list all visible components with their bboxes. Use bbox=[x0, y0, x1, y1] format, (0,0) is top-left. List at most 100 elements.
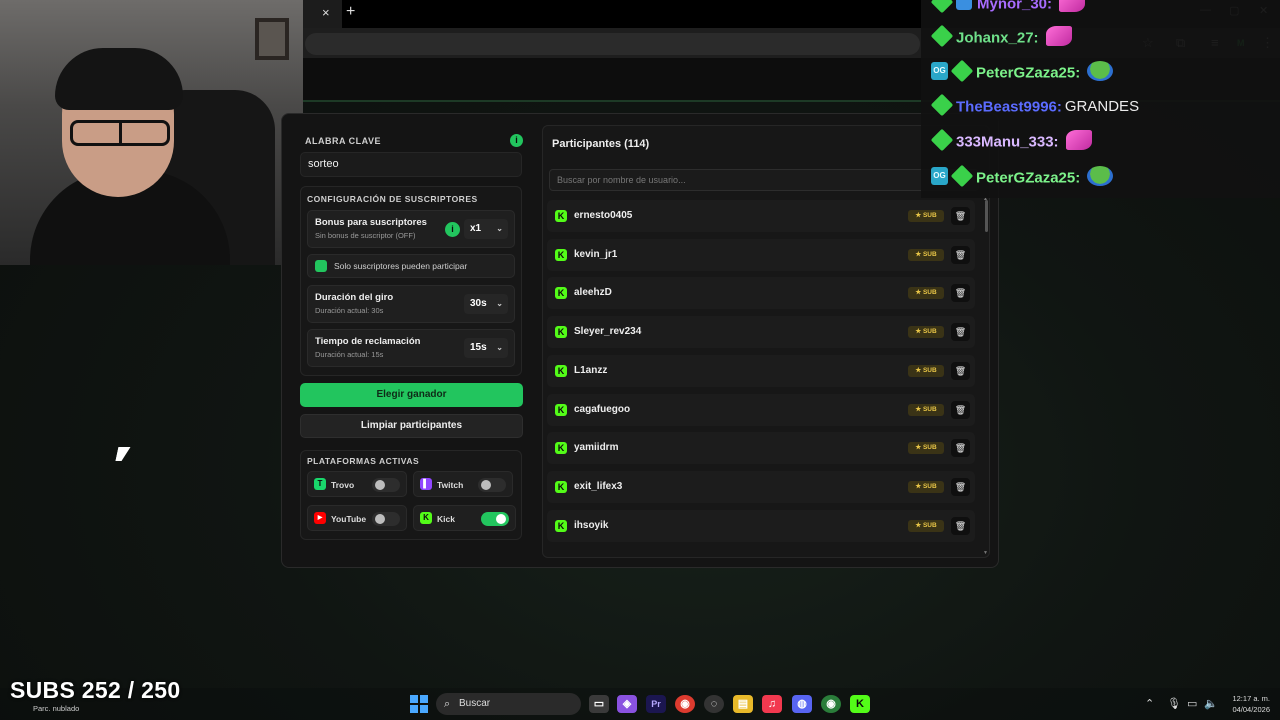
mouse-cursor-icon bbox=[115, 447, 131, 461]
kick-icon: K bbox=[555, 403, 567, 416]
chrome-icon[interactable]: ◉ bbox=[675, 695, 695, 713]
only-subs-label: Solo suscriptores pueden participar bbox=[334, 261, 468, 271]
network-icon[interactable]: ▭ bbox=[1187, 697, 1197, 710]
taskbar-search[interactable]: ⌕ Buscar bbox=[436, 693, 581, 715]
participant-username: L1anzz bbox=[574, 364, 608, 376]
info-icon[interactable]: i bbox=[510, 134, 523, 147]
chat-message: TheBeast9996: GRANDES bbox=[930, 93, 1139, 124]
only-subs-checkbox[interactable] bbox=[315, 260, 327, 272]
participant-row[interactable]: Kihsoyik ★ SUB 🗑 bbox=[547, 509, 975, 542]
microphone-icon[interactable]: 🎙 bbox=[1167, 697, 1181, 710]
trovo-toggle[interactable] bbox=[372, 478, 400, 492]
participant-username: yamiidrm bbox=[574, 442, 619, 454]
chat-username: TheBeast9996: bbox=[956, 98, 1062, 116]
glasses bbox=[70, 120, 170, 146]
participant-search-input[interactable]: Buscar por nombre de usuario... bbox=[549, 169, 979, 191]
trash-icon[interactable]: 🗑 bbox=[951, 361, 970, 380]
trash-icon[interactable]: 🗑 bbox=[951, 477, 970, 496]
copilot-icon[interactable]: ◈ bbox=[617, 695, 637, 713]
tab-close-icon[interactable]: × bbox=[322, 5, 330, 20]
premiere-icon[interactable]: Pr bbox=[646, 695, 666, 713]
participant-row[interactable]: KaleehzD ★ SUB 🗑 bbox=[547, 277, 975, 310]
obs-icon[interactable]: ◌ bbox=[704, 695, 724, 713]
subs-counter: SUBS 252 / 250 bbox=[10, 677, 181, 703]
spin-duration-select[interactable]: 30s ⌄ bbox=[464, 294, 508, 314]
browser-tab[interactable] bbox=[300, 0, 342, 28]
webcam-feed bbox=[0, 0, 303, 265]
chat-username: 333Manu_333: bbox=[956, 133, 1059, 151]
spin-duration-option: Duración del giro Duración actual: 30s 3… bbox=[307, 285, 515, 323]
participant-row[interactable]: Kernesto0405 ★ SUB 🗑 bbox=[547, 200, 975, 232]
trash-icon[interactable]: 🗑 bbox=[951, 516, 970, 535]
bonus-value: x1 bbox=[470, 223, 482, 234]
clear-participants-button[interactable]: Limpiar participantes bbox=[300, 414, 523, 438]
only-subs-option[interactable]: Solo suscriptores pueden participar bbox=[307, 254, 515, 278]
volume-icon[interactable]: 🔈 bbox=[1204, 697, 1218, 710]
chevron-down-icon: ⌄ bbox=[496, 343, 503, 352]
trovo-icon: T bbox=[314, 478, 326, 490]
twitch-icon: ▌ bbox=[420, 478, 432, 490]
participant-row[interactable]: Kkevin_jr1 ★ SUB 🗑 bbox=[547, 238, 975, 271]
participant-row[interactable]: Kcagafuegoo ★ SUB 🗑 bbox=[547, 393, 975, 426]
claim-time-subtitle: Duración actual: 15s bbox=[315, 350, 384, 359]
bonus-select[interactable]: x1 ⌄ bbox=[464, 219, 508, 239]
taskbar-clock[interactable]: 12:17 a. m. 04/04/2026 bbox=[1226, 693, 1270, 715]
og-badge-icon: OG bbox=[931, 62, 948, 80]
wall-picture bbox=[255, 18, 289, 60]
chat-username: Mynor_30: bbox=[977, 0, 1053, 13]
participant-username: exit_lifex3 bbox=[574, 480, 623, 492]
chrome-profile-icon[interactable]: ◉ bbox=[821, 695, 841, 713]
bonus-title: Bonus para suscriptores bbox=[315, 217, 427, 228]
claim-time-option: Tiempo de reclamación Duración actual: 1… bbox=[307, 329, 515, 367]
hand-emote-icon bbox=[1065, 130, 1092, 150]
keyword-input[interactable]: sorteo bbox=[300, 152, 522, 177]
new-tab-icon[interactable]: + bbox=[346, 3, 355, 21]
kick-icon: K bbox=[555, 287, 567, 300]
participant-row[interactable]: Kexit_lifex3 ★ SUB 🗑 bbox=[547, 470, 975, 503]
participant-row[interactable]: Kyamiidrm ★ SUB 🗑 bbox=[547, 432, 975, 465]
trash-icon[interactable]: 🗑 bbox=[951, 439, 970, 458]
sub-gem-icon bbox=[950, 164, 974, 188]
claim-time-value: 15s bbox=[470, 342, 487, 353]
hand-emote-icon bbox=[1059, 0, 1086, 12]
trash-icon[interactable]: 🗑 bbox=[951, 207, 970, 225]
kick-icon: K bbox=[555, 210, 567, 222]
trash-icon[interactable]: 🗑 bbox=[951, 245, 970, 264]
keyword-label: ALABRA CLAVE bbox=[305, 136, 381, 146]
trash-icon[interactable]: 🗑 bbox=[951, 400, 970, 419]
kick-icon: K bbox=[555, 326, 567, 339]
toggle-knob bbox=[496, 514, 506, 524]
file-explorer-icon[interactable]: ▤ bbox=[733, 695, 753, 713]
participants-title: Participantes (114) bbox=[552, 138, 650, 150]
kick-app-icon[interactable]: K bbox=[850, 695, 870, 713]
address-bar[interactable] bbox=[305, 33, 920, 55]
task-view-icon[interactable]: ▭ bbox=[589, 695, 609, 713]
kick-icon: K bbox=[555, 248, 567, 261]
chat-username: Johanx_27: bbox=[956, 29, 1039, 47]
subs-section-title: CONFIGURACIÓN DE SUSCRIPTORES bbox=[307, 194, 478, 204]
scroll-down-icon[interactable]: ▼ bbox=[983, 550, 988, 556]
frog-emote-icon bbox=[1087, 166, 1114, 186]
participant-row[interactable]: K L1anzz ★ SUB 🗑 bbox=[547, 354, 975, 387]
youtube-toggle[interactable] bbox=[372, 512, 400, 526]
twitch-toggle[interactable] bbox=[478, 478, 506, 492]
discord-icon[interactable]: ◍ bbox=[792, 695, 812, 713]
kick-toggle[interactable] bbox=[481, 512, 509, 526]
pick-winner-button[interactable]: Elegir ganador bbox=[300, 383, 523, 407]
sub-badge: ★ SUB bbox=[908, 403, 944, 416]
participants-scrollbar[interactable] bbox=[985, 200, 988, 232]
sub-gem-icon bbox=[930, 128, 954, 152]
bonus-info-icon[interactable]: i bbox=[445, 222, 460, 237]
weather-widget[interactable]: Parc. nublado bbox=[33, 704, 79, 713]
tray-chevron-icon[interactable]: ⌃ bbox=[1145, 697, 1154, 710]
trash-icon[interactable]: 🗑 bbox=[951, 323, 970, 342]
toggle-knob bbox=[481, 480, 491, 490]
sub-gem-icon bbox=[950, 59, 974, 83]
windows-start-icon[interactable] bbox=[410, 695, 428, 713]
claim-time-select[interactable]: 15s ⌄ bbox=[464, 338, 508, 358]
trash-icon[interactable]: 🗑 bbox=[951, 284, 970, 303]
spin-duration-value: 30s bbox=[470, 298, 487, 309]
sub-badge: ★ SUB bbox=[908, 364, 944, 377]
participant-row[interactable]: K Sleyer_rev234 ★ SUB 🗑 bbox=[547, 316, 975, 349]
music-icon[interactable]: ♫ bbox=[762, 695, 782, 713]
